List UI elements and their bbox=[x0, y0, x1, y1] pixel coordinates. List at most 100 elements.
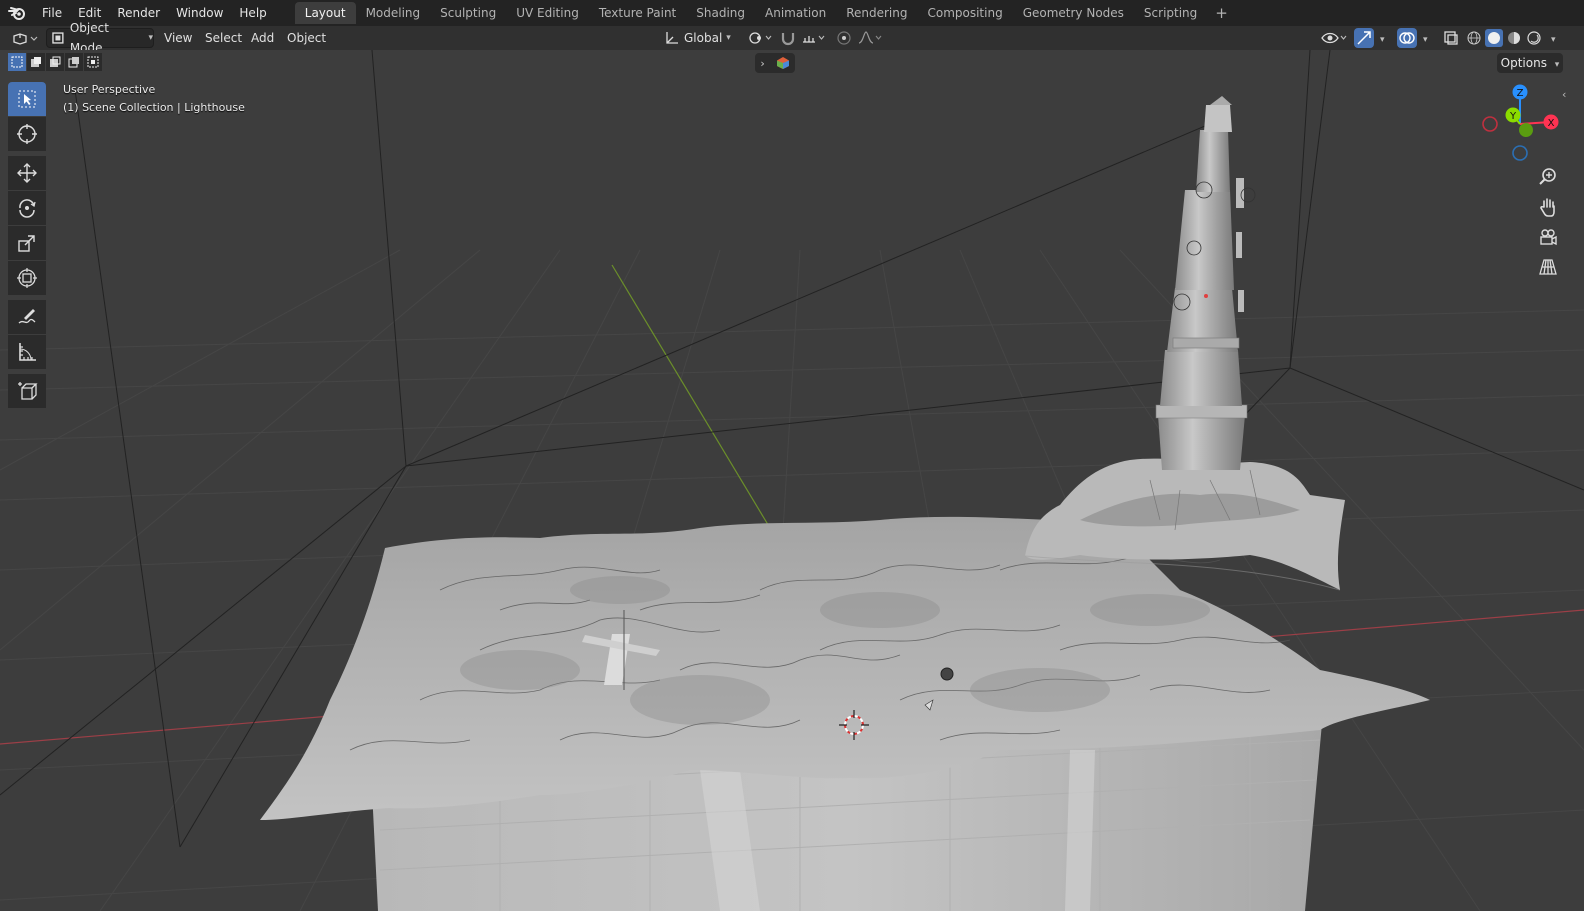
wireframe-shading-button[interactable] bbox=[1465, 29, 1483, 47]
tab-animation[interactable]: Animation bbox=[755, 2, 836, 24]
rendered-icon bbox=[1527, 31, 1541, 45]
gizmo-z-label: Z bbox=[1517, 88, 1524, 99]
select-extend-button[interactable] bbox=[27, 53, 45, 71]
gizmo-neg-x[interactable] bbox=[1482, 116, 1498, 132]
menu-window[interactable]: Window bbox=[168, 0, 231, 26]
gizmo-x-label: X bbox=[1548, 118, 1555, 129]
falloff-curve-icon bbox=[858, 31, 882, 44]
workspace-tabs: Layout Modeling Sculpting UV Editing Tex… bbox=[294, 0, 1236, 26]
cursor-tool[interactable] bbox=[8, 117, 46, 151]
chevron-down-icon: ▾ bbox=[726, 33, 731, 43]
annotate-tool[interactable] bbox=[8, 300, 46, 334]
gizmo-y-label: Y bbox=[1509, 111, 1517, 122]
add-cube-tool[interactable] bbox=[8, 374, 46, 408]
perspective-grid-icon bbox=[1539, 259, 1557, 275]
xray-toggle[interactable] bbox=[1441, 28, 1461, 48]
select-intersect-button[interactable] bbox=[84, 53, 102, 71]
select-intersect-icon bbox=[87, 56, 99, 68]
shading-modes bbox=[1465, 28, 1547, 48]
navigation-gizmo[interactable]: Z X Y bbox=[1478, 82, 1568, 166]
falloff-button[interactable] bbox=[856, 28, 884, 48]
orientation-label: Global bbox=[684, 31, 723, 45]
options-dropdown[interactable]: Options ▾ bbox=[1497, 53, 1563, 73]
measure-tool[interactable] bbox=[8, 335, 46, 369]
menu-object[interactable]: Object bbox=[287, 28, 326, 48]
material-shading-button[interactable] bbox=[1505, 29, 1523, 47]
select-box-tool[interactable] bbox=[8, 82, 46, 116]
pivot-point-button[interactable] bbox=[746, 28, 774, 48]
add-workspace-button[interactable]: + bbox=[1207, 4, 1236, 22]
wireframe-icon bbox=[1467, 31, 1481, 45]
gizmo-popover-button[interactable]: › bbox=[755, 53, 795, 73]
gizmo-dropdown[interactable]: ▾ bbox=[1376, 28, 1390, 48]
camera-icon bbox=[1540, 229, 1557, 246]
eye-icon bbox=[1321, 32, 1347, 44]
select-new-button[interactable] bbox=[8, 53, 26, 71]
zoom-button[interactable] bbox=[1535, 164, 1561, 190]
menu-help[interactable]: Help bbox=[231, 0, 274, 26]
tab-shading[interactable]: Shading bbox=[686, 2, 755, 24]
sidebar-toggle-icon[interactable]: ‹ bbox=[1562, 88, 1566, 101]
select-invert-icon bbox=[68, 57, 79, 68]
gizmo-neg-y[interactable] bbox=[1519, 123, 1533, 137]
zoom-magnifier-icon bbox=[1539, 168, 1556, 185]
options-label: Options bbox=[1500, 56, 1547, 70]
tab-layout[interactable]: Layout bbox=[294, 2, 356, 24]
move-tool[interactable] bbox=[8, 156, 46, 190]
tab-scripting[interactable]: Scripting bbox=[1134, 2, 1207, 24]
solid-shading-button[interactable] bbox=[1485, 29, 1503, 47]
viewport-perspective-label: User Perspective bbox=[63, 83, 156, 96]
mode-dropdown[interactable]: Object Mode ▾ bbox=[46, 21, 154, 55]
move-arrows-icon bbox=[17, 163, 37, 183]
snap-target-button[interactable] bbox=[800, 28, 828, 48]
scale-tool[interactable] bbox=[8, 226, 46, 260]
orientation-icon bbox=[666, 32, 678, 44]
transform-tool[interactable] bbox=[8, 261, 46, 295]
overlay-dropdown[interactable]: ▾ bbox=[1419, 28, 1433, 48]
snap-toggle[interactable] bbox=[778, 28, 798, 48]
selection-mode-buttons bbox=[8, 53, 103, 71]
proportional-edit-toggle[interactable] bbox=[834, 28, 854, 48]
tab-compositing[interactable]: Compositing bbox=[917, 2, 1012, 24]
viewport-scene bbox=[0, 50, 1584, 911]
select-subtract-button[interactable] bbox=[46, 53, 64, 71]
tab-rendering[interactable]: Rendering bbox=[836, 2, 917, 24]
visibility-dropdown[interactable] bbox=[1320, 28, 1350, 48]
tab-uv-editing[interactable]: UV Editing bbox=[506, 2, 589, 24]
select-new-icon bbox=[11, 56, 23, 68]
overlay-toggle[interactable] bbox=[1397, 28, 1417, 48]
tab-sculpting[interactable]: Sculpting bbox=[430, 2, 506, 24]
menu-select[interactable]: Select bbox=[205, 28, 242, 48]
pan-button[interactable] bbox=[1535, 194, 1561, 220]
snap-increment-icon bbox=[803, 35, 825, 43]
3d-viewport[interactable]: User Perspective (1) Scene Collection | … bbox=[0, 50, 1584, 911]
blender-logo-icon[interactable] bbox=[0, 0, 34, 26]
viewport-header: Object Mode ▾ View Select Add Object Glo… bbox=[0, 21, 1584, 55]
tool-shelf bbox=[8, 82, 46, 409]
chevron-down-icon: ▾ bbox=[1423, 35, 1428, 45]
object-gizmo-icon bbox=[776, 57, 789, 69]
xray-icon bbox=[1444, 31, 1458, 45]
gizmo-toggle[interactable] bbox=[1354, 28, 1374, 48]
rendered-shading-button[interactable] bbox=[1525, 29, 1543, 47]
pivot-icon bbox=[749, 32, 772, 44]
menu-add[interactable]: Add bbox=[251, 28, 274, 48]
tab-texture-paint[interactable]: Texture Paint bbox=[589, 2, 686, 24]
menu-file[interactable]: File bbox=[34, 0, 70, 26]
editor-type-button[interactable] bbox=[8, 28, 40, 48]
menu-view[interactable]: View bbox=[164, 28, 192, 48]
tab-modeling[interactable]: Modeling bbox=[356, 2, 431, 24]
rotate-tool[interactable] bbox=[8, 191, 46, 225]
ortho-toggle-button[interactable] bbox=[1535, 254, 1561, 280]
chevron-right-icon: › bbox=[760, 56, 765, 70]
gizmo-neg-z[interactable] bbox=[1512, 145, 1528, 161]
buoy-object bbox=[940, 667, 954, 681]
transform-orientation-dropdown[interactable]: Global ▾ bbox=[664, 28, 738, 48]
editor-type-icon bbox=[13, 33, 38, 45]
camera-view-button[interactable] bbox=[1535, 224, 1561, 250]
tab-geometry-nodes[interactable]: Geometry Nodes bbox=[1013, 2, 1134, 24]
pencil-icon bbox=[18, 309, 36, 324]
solid-icon bbox=[1488, 32, 1500, 44]
shading-dropdown[interactable]: ▾ bbox=[1547, 28, 1561, 48]
select-invert-button[interactable] bbox=[65, 53, 83, 71]
